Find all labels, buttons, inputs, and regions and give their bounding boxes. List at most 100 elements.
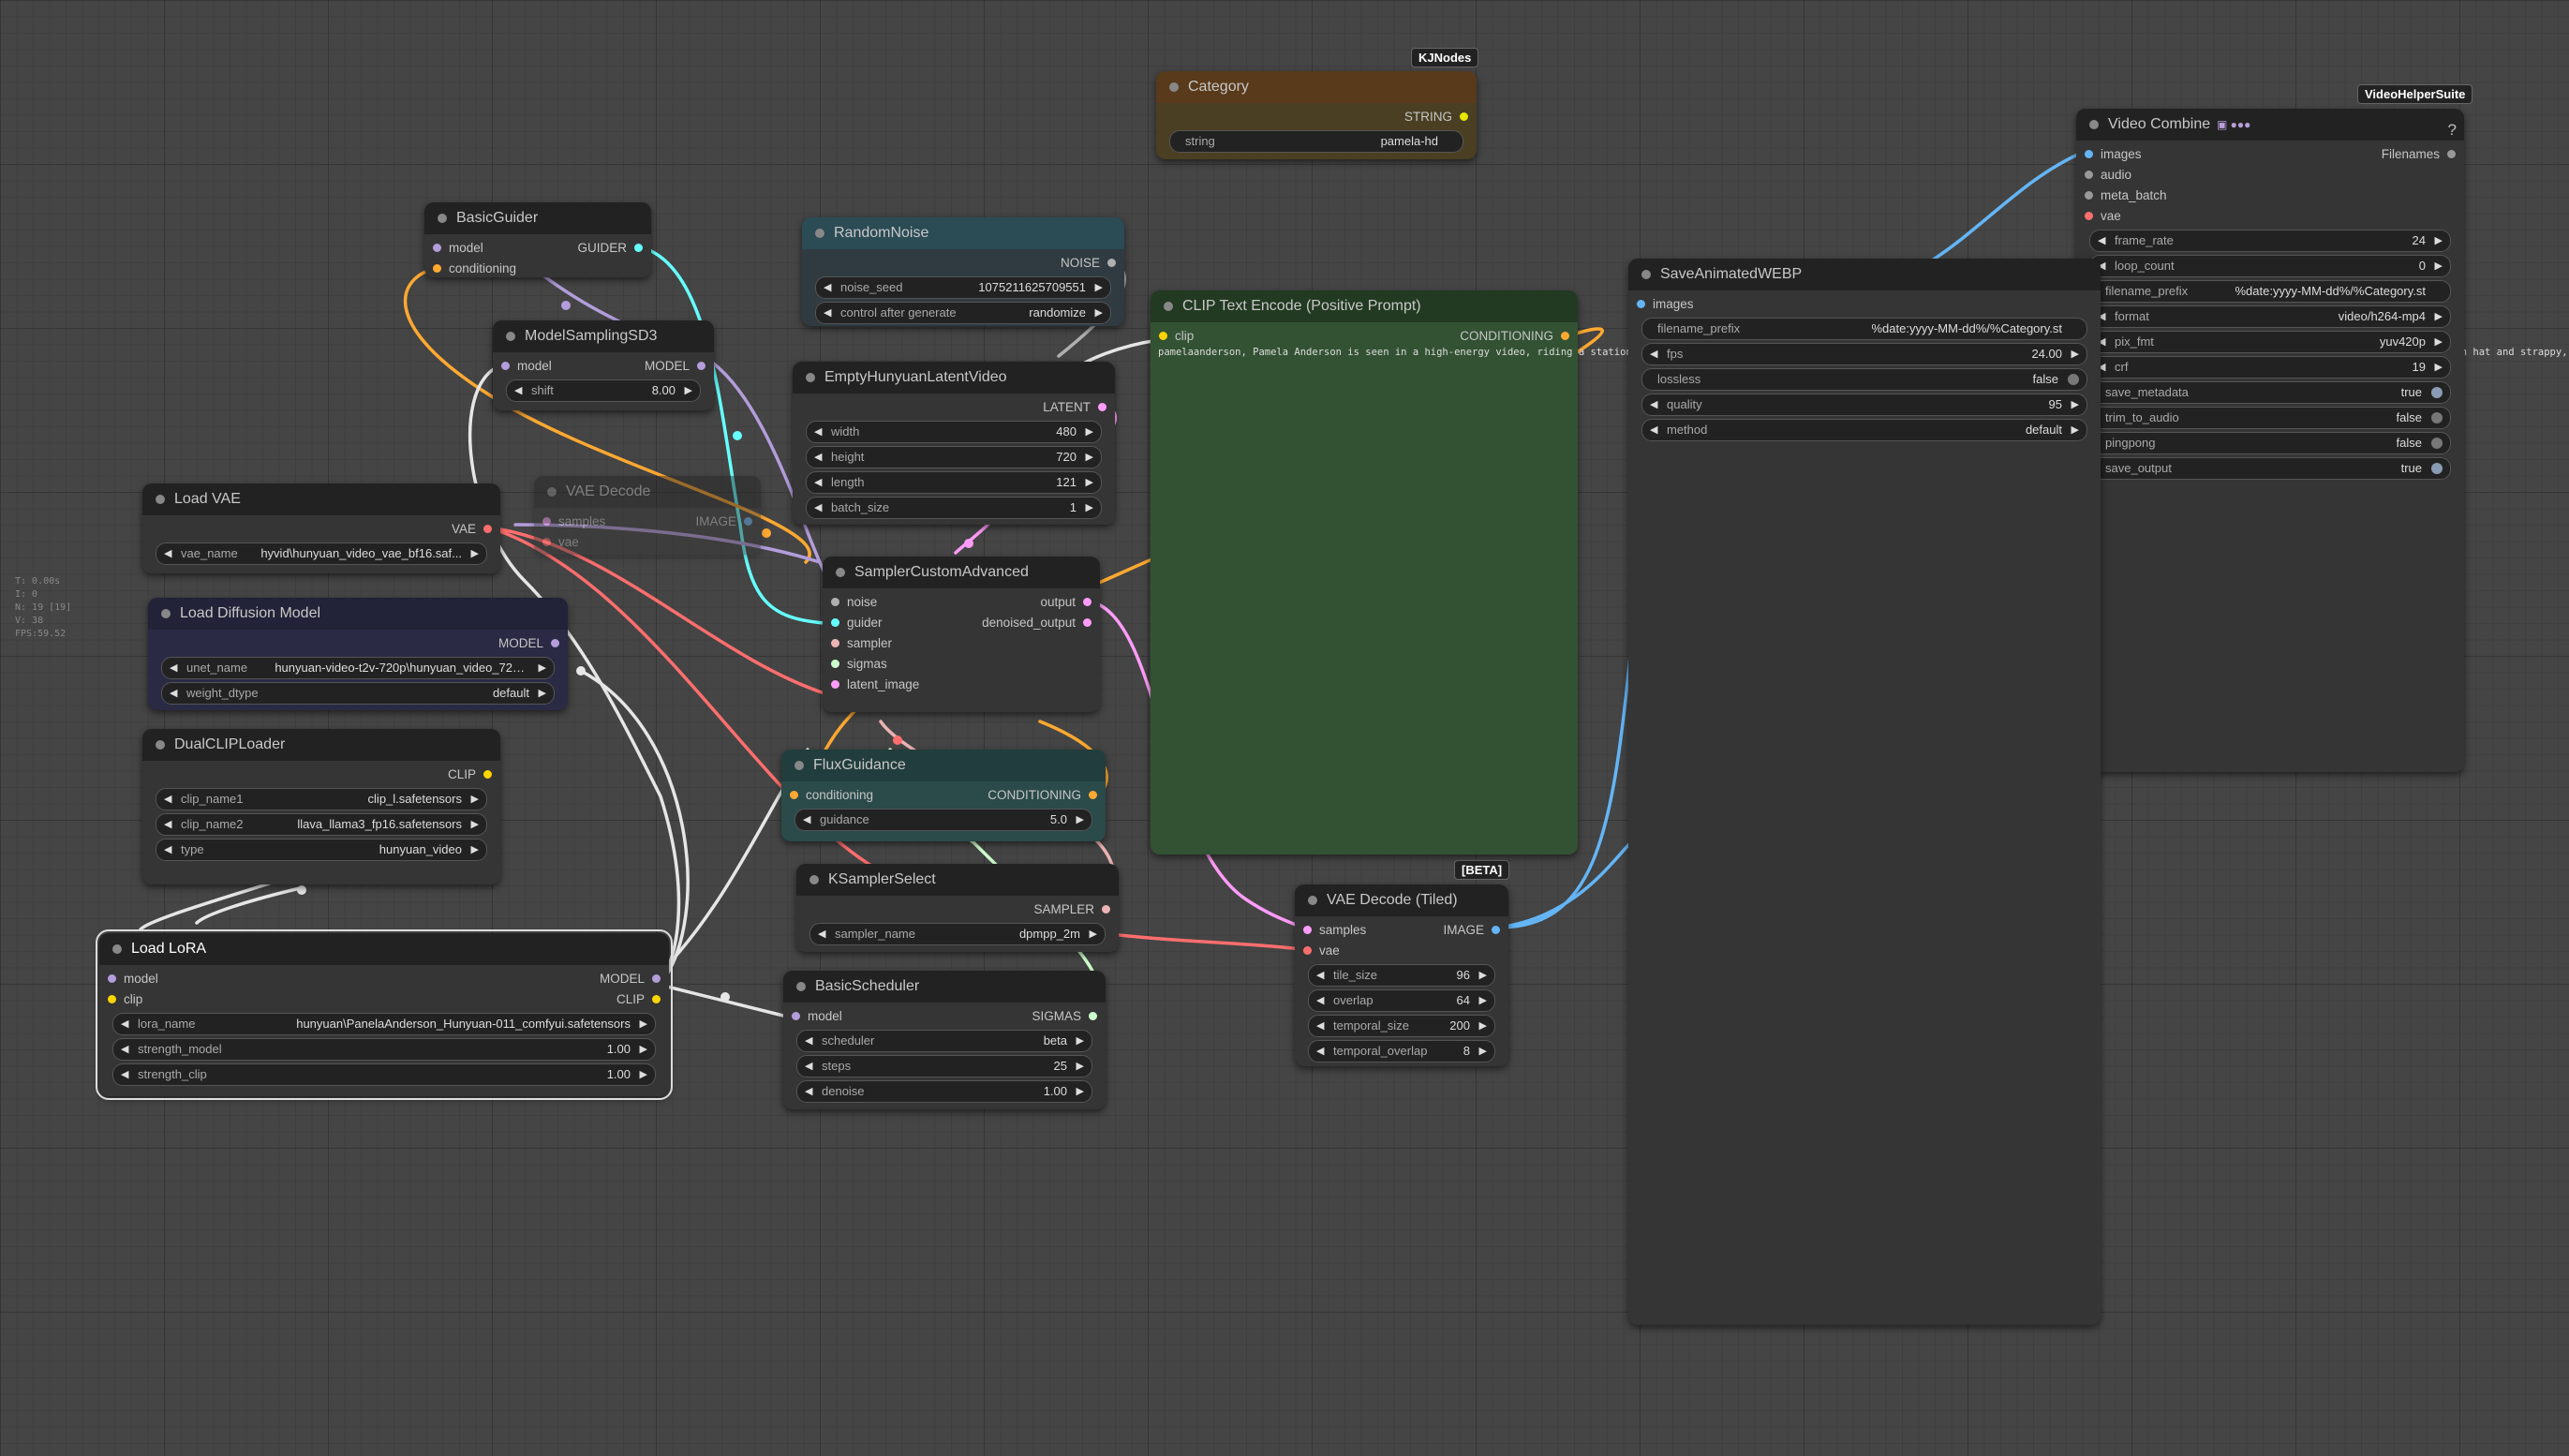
dual-clip-loader-node[interactable]: DualCLIPLoader CLIP ◀ clip_name1 clip_l.sa… <box>142 729 500 884</box>
conditioning-output-slot[interactable] <box>1089 791 1097 799</box>
increment-arrow[interactable]: ▶ <box>1095 277 1103 298</box>
decrement-arrow[interactable]: ◀ <box>1316 1041 1324 1062</box>
decrement-arrow[interactable]: ◀ <box>170 658 177 678</box>
decrement-arrow[interactable]: ◀ <box>121 1039 128 1060</box>
steps-widget[interactable]: ◀ steps 25 ▶ <box>796 1055 1092 1077</box>
node-title-bar[interactable]: SaveAnimatedWEBP <box>1628 259 2101 290</box>
increment-arrow[interactable]: ▶ <box>1090 924 1097 944</box>
increment-arrow[interactable]: ▶ <box>2435 306 2443 327</box>
clip-output-slot[interactable] <box>483 770 492 779</box>
basic-scheduler-node[interactable]: BasicScheduler model SIGMAS ◀ scheduler bet… <box>783 971 1106 1109</box>
increment-arrow[interactable]: ▶ <box>640 1014 647 1034</box>
method-widget[interactable]: ◀ method default ▶ <box>1641 419 2087 441</box>
vae-input-slot[interactable] <box>1303 946 1312 955</box>
denoised-output-slot[interactable] <box>1083 618 1091 627</box>
clip-text-encode-node[interactable]: CLIP Text Encode (Positive Prompt) clip C… <box>1151 290 2569 854</box>
empty-hunyuan-latent-video-node[interactable]: EmptyHunyuanLatentVideo LATENT ◀ width 480… <box>793 362 1115 525</box>
toggle-knob[interactable] <box>2431 438 2443 449</box>
sampler-name-widget[interactable]: ◀ sampler_name dpmpp_2m ▶ <box>809 923 1106 945</box>
format-widget[interactable]: ◀ format video/h264-mp4 ▶ <box>2089 305 2451 328</box>
increment-arrow[interactable]: ▶ <box>471 814 479 835</box>
filenames-output-slot[interactable] <box>2447 150 2456 158</box>
collapse-dot[interactable] <box>156 740 165 750</box>
fps-widget[interactable]: ◀ fps 24.00 ▶ <box>1641 343 2087 365</box>
flux-guidance-node[interactable]: FluxGuidance conditioning CONDITIONING ◀ g… <box>781 750 1106 841</box>
guider-output-slot[interactable] <box>634 244 643 252</box>
decrement-arrow[interactable]: ◀ <box>824 303 831 323</box>
sampler-custom-advanced-node[interactable]: SamplerCustomAdvanced noise output guider… <box>823 557 1100 712</box>
video-combine-node[interactable]: Video Combine ▣ ●●●? images Filenames audi… <box>2076 109 2464 772</box>
collapse-dot[interactable] <box>1169 82 1179 92</box>
increment-arrow[interactable]: ▶ <box>471 839 479 860</box>
sigmas-input-slot[interactable] <box>831 660 839 668</box>
decrement-arrow[interactable]: ◀ <box>824 277 831 298</box>
loop-count-widget[interactable]: ◀ loop_count 0 ▶ <box>2089 255 2451 277</box>
load-diffusion-model-node[interactable]: Load Diffusion Model MODEL ◀ unet_name hun… <box>148 598 568 710</box>
node-title-bar[interactable]: ModelSamplingSD3 <box>493 320 714 352</box>
node-title-bar[interactable]: Category <box>1156 71 1477 103</box>
collapse-dot[interactable] <box>547 487 557 497</box>
collapse-dot[interactable] <box>809 875 819 884</box>
strength-model-widget[interactable]: ◀ strength_model 1.00 ▶ <box>112 1038 656 1061</box>
node-title-bar[interactable]: EmptyHunyuanLatentVideo <box>793 362 1115 394</box>
conditioning-input-slot[interactable] <box>433 264 441 273</box>
batch-size-widget[interactable]: ◀ batch_size 1 ▶ <box>806 497 1102 519</box>
guidance-widget[interactable]: ◀ guidance 5.0 ▶ <box>794 809 1092 831</box>
decrement-arrow[interactable]: ◀ <box>805 1056 812 1077</box>
images-input-slot[interactable] <box>1637 300 1645 308</box>
clip-input-slot[interactable] <box>1159 332 1167 340</box>
collapse-dot[interactable] <box>796 982 806 991</box>
random-noise-node[interactable]: RandomNoise NOISE ◀ noise_seed 10752116257… <box>802 217 1124 326</box>
decrement-arrow[interactable]: ◀ <box>1316 990 1324 1011</box>
conditioning-input-slot[interactable] <box>790 791 798 799</box>
width-widget[interactable]: ◀ width 480 ▶ <box>806 421 1102 443</box>
increment-arrow[interactable]: ▶ <box>1086 498 1093 518</box>
decrement-arrow[interactable]: ◀ <box>1650 344 1657 364</box>
scheduler-widget[interactable]: ◀ scheduler beta ▶ <box>796 1030 1092 1052</box>
node-title-bar[interactable]: Video Combine ▣ ●●●? <box>2076 109 2464 141</box>
noise-seed-widget[interactable]: ◀ noise_seed 1075211625709551 ▶ <box>815 276 1111 299</box>
increment-arrow[interactable]: ▶ <box>1479 1016 1487 1036</box>
collapse-dot[interactable] <box>2089 120 2099 129</box>
unet-name-widget[interactable]: ◀ unet_name hunyuan-video-t2v-720p\hunyuan… <box>161 657 555 679</box>
output-slot[interactable] <box>1083 598 1091 606</box>
decrement-arrow[interactable]: ◀ <box>814 422 822 442</box>
vae-decode-tiled-node[interactable]: VAE Decode (Tiled) samples IMAGE vae ◀ til… <box>1295 884 1508 1066</box>
toggle-knob[interactable] <box>2068 374 2079 385</box>
lossless-toggle[interactable]: lossless false <box>1641 368 2087 391</box>
decrement-arrow[interactable]: ◀ <box>164 543 171 564</box>
model-input-slot[interactable] <box>501 362 510 370</box>
node-title-bar[interactable]: VAE Decode <box>534 476 761 508</box>
node-title-bar[interactable]: Load LoRA <box>99 933 669 965</box>
clip-type-widget[interactable]: ◀ type hunyuan_video ▶ <box>156 839 487 861</box>
increment-arrow[interactable]: ▶ <box>2435 332 2443 352</box>
model-input-slot[interactable] <box>433 244 441 252</box>
lora-name-widget[interactable]: ◀ lora_name hunyuan\PanelaAnderson_Hunyuan… <box>112 1013 656 1035</box>
save-metadata-toggle[interactable]: save_metadata true <box>2089 381 2451 404</box>
increment-arrow[interactable]: ▶ <box>2072 420 2079 440</box>
increment-arrow[interactable]: ▶ <box>1086 447 1093 468</box>
clip-name1-widget[interactable]: ◀ clip_name1 clip_l.safetensors ▶ <box>156 788 487 810</box>
latent-output-slot[interactable] <box>1098 403 1106 411</box>
collapse-dot[interactable] <box>794 761 804 770</box>
decrement-arrow[interactable]: ◀ <box>805 1031 812 1051</box>
model-input-slot[interactable] <box>792 1012 800 1020</box>
decrement-arrow[interactable]: ◀ <box>814 472 822 493</box>
increment-arrow[interactable]: ▶ <box>471 543 479 564</box>
collapse-dot[interactable] <box>112 944 122 954</box>
decrement-arrow[interactable]: ◀ <box>1316 965 1324 986</box>
decrement-arrow[interactable]: ◀ <box>121 1014 128 1034</box>
node-title-bar[interactable]: BasicGuider <box>424 202 651 234</box>
collapse-dot[interactable] <box>156 495 165 504</box>
string-widget[interactable]: string pamela-hd <box>1169 130 1463 153</box>
increment-arrow[interactable]: ▶ <box>2435 230 2443 251</box>
clip-output-slot[interactable] <box>652 995 661 1003</box>
increment-arrow[interactable]: ▶ <box>2435 256 2443 276</box>
decrement-arrow[interactable]: ◀ <box>164 839 171 860</box>
node-title-bar[interactable]: RandomNoise <box>802 217 1124 249</box>
trim-to-audio-toggle[interactable]: trim_to_audio false <box>2089 407 2451 429</box>
increment-arrow[interactable]: ▶ <box>1095 303 1103 323</box>
image-output-slot[interactable] <box>1492 926 1500 934</box>
weight-dtype-widget[interactable]: ◀ weight_dtype default ▶ <box>161 682 555 705</box>
increment-arrow[interactable]: ▶ <box>1077 1056 1084 1077</box>
